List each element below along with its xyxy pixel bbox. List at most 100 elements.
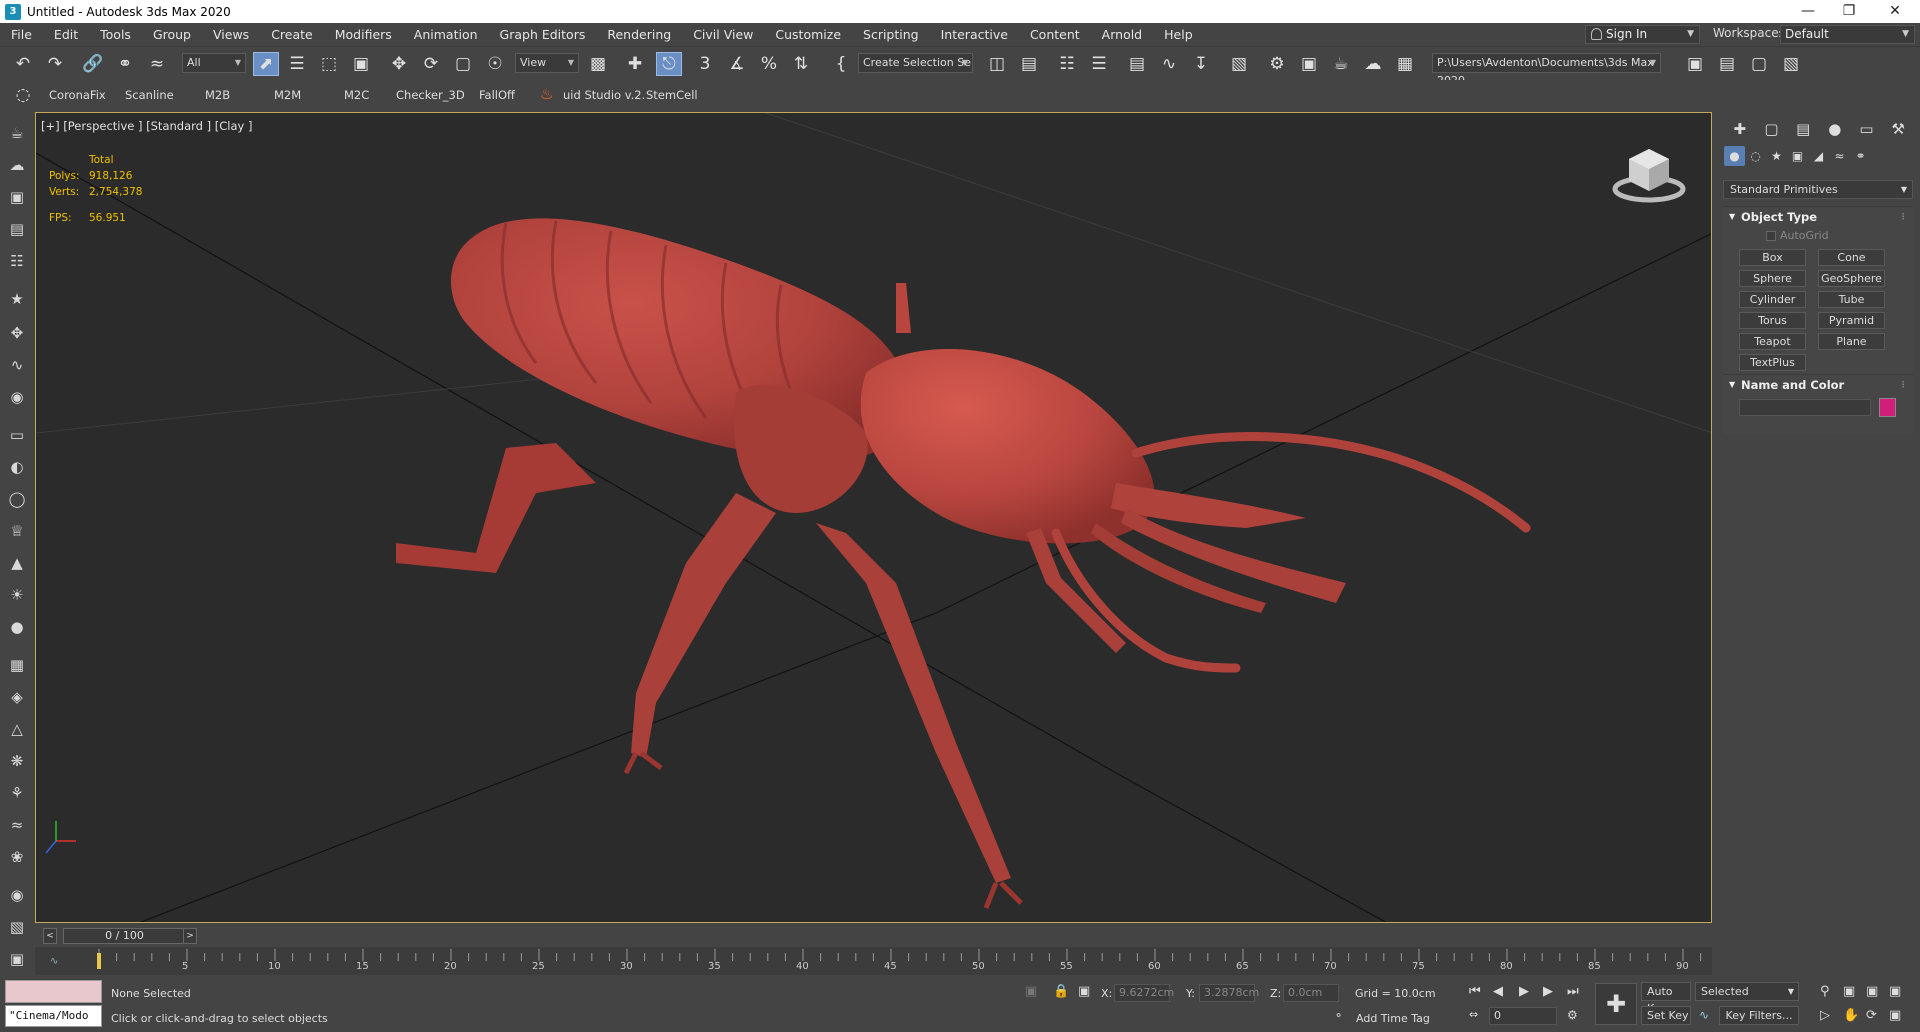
toolbar-scanline[interactable]: Scanline <box>125 88 174 102</box>
menu-rendering[interactable]: Rendering <box>596 23 682 46</box>
zoom-extents-icon[interactable]: ▣ <box>1866 984 1878 999</box>
workspace-select[interactable]: Default ▼ <box>1780 25 1915 44</box>
menu-content[interactable]: Content <box>1019 23 1091 46</box>
scale-icon[interactable]: ▢ <box>450 52 476 76</box>
toolbar-m2m[interactable]: M2M <box>274 88 301 102</box>
go-to-end-icon[interactable]: ⏭ <box>1567 984 1579 999</box>
menu-views[interactable]: Views <box>202 23 260 46</box>
zoom-icon[interactable]: ⚲ <box>1820 984 1830 999</box>
render-production-icon[interactable]: ☕ <box>1328 52 1354 76</box>
cloud-icon[interactable]: ☁ <box>5 154 29 176</box>
autogrid-checkbox[interactable]: AutoGrid <box>1723 227 1913 245</box>
arrows-icon[interactable]: ✥ <box>5 322 29 344</box>
maxscript-input[interactable]: "Cinema/Modo <box>5 1005 102 1027</box>
orbit-icon[interactable]: ⟳ <box>1866 1008 1877 1023</box>
teapot-icon[interactable]: ☕ <box>5 122 29 144</box>
utilities-tab-icon[interactable]: ⚒ <box>1882 117 1914 141</box>
menu-group[interactable]: Group <box>142 23 202 46</box>
maximize-viewport-icon[interactable]: ▣ <box>1889 1008 1901 1023</box>
space-warps-icon[interactable]: ≈ <box>1829 146 1850 166</box>
select-by-name-icon[interactable]: ☰ <box>284 52 310 76</box>
project-folder-dropdown[interactable]: P:\Users\Avdenton\Documents\3ds Max 2020… <box>1432 53 1661 87</box>
toolbar-m2b[interactable]: M2B <box>205 88 230 102</box>
pivot-center-icon[interactable]: ▩ <box>585 52 611 76</box>
object-name-field[interactable] <box>1739 399 1871 416</box>
set-key-button[interactable]: Set Key <box>1641 1006 1691 1025</box>
redo-icon[interactable]: ↷ <box>42 52 68 76</box>
maxscript-output[interactable] <box>5 980 102 1003</box>
spinner-snap-icon[interactable]: ⇅ <box>788 52 814 76</box>
menu-edit[interactable]: Edit <box>43 23 89 46</box>
viewcube-icon[interactable] <box>1611 143 1687 207</box>
reference-folder-icon[interactable]: ▢ <box>1746 52 1772 76</box>
shell-icon[interactable]: ❀ <box>5 846 29 868</box>
schematic-view-icon[interactable]: ↧ <box>1188 52 1214 76</box>
reference-coordinate-dropdown[interactable]: View ▼ <box>515 53 579 73</box>
set-keys-icon[interactable]: ✚ <box>1595 983 1637 1025</box>
perspective-viewport[interactable]: [+] [Perspective ] [Standard ] [Clay ] T… <box>35 112 1712 923</box>
create-tab-icon[interactable]: ✚ <box>1724 117 1756 141</box>
isolate-selection-icon[interactable]: ▣ <box>1025 984 1037 999</box>
hair-fur-icon[interactable]: ≈ <box>5 814 29 836</box>
project-settings-icon[interactable]: ▧ <box>1778 52 1804 76</box>
cameras-icon[interactable]: ▣ <box>1787 146 1808 166</box>
helpers-icon[interactable]: ◢ <box>1808 146 1829 166</box>
edit-named-selection-icon[interactable]: { <box>828 52 854 76</box>
select-manipulate-icon[interactable]: ✚ <box>622 52 648 76</box>
lights-icon[interactable]: ★ <box>1766 146 1787 166</box>
render-setup-icon[interactable]: ⚙ <box>1264 52 1290 76</box>
play-icon[interactable]: ▶ <box>1519 984 1529 999</box>
script-icon[interactable]: ▧ <box>5 916 29 938</box>
display-tab-icon[interactable]: ▭ <box>1851 117 1883 141</box>
object-color-swatch[interactable] <box>1879 398 1896 417</box>
sphere-primitive-icon[interactable]: ◯ <box>5 488 29 510</box>
torus-button[interactable]: Torus <box>1739 312 1806 329</box>
sphere-button[interactable]: Sphere <box>1739 270 1806 287</box>
field-of-view-icon[interactable]: ▷ <box>1820 1008 1830 1023</box>
box-button[interactable]: Box <box>1739 249 1806 266</box>
cylinder-button[interactable]: Cylinder <box>1739 291 1806 308</box>
select-object-icon[interactable]: ⬈ <box>253 52 279 76</box>
default-in-out-tangents-icon[interactable]: ∿ <box>1699 1008 1709 1022</box>
menu-file[interactable]: File <box>0 23 43 46</box>
sign-in-dropdown[interactable]: Sign In ▼ <box>1585 25 1700 44</box>
toolbar-falloff[interactable]: FallOff <box>479 88 515 102</box>
camera-icon[interactable]: ◉ <box>5 386 29 408</box>
snaps-toggle-icon[interactable]: 3 <box>692 52 718 76</box>
curve-editor-icon[interactable]: ∿ <box>1156 52 1182 76</box>
percent-snap-icon[interactable]: % <box>756 52 782 76</box>
time-slider-prev[interactable]: < <box>43 928 57 944</box>
sun-icon[interactable]: ☀ <box>5 584 29 606</box>
dome-icon[interactable]: ◐ <box>5 456 29 478</box>
primitive-category-dropdown[interactable]: Standard Primitives ▼ <box>1723 180 1913 199</box>
grid-icon[interactable]: ▦ <box>5 654 29 676</box>
toolbar-m2c[interactable]: M2C <box>344 88 369 102</box>
set-project-icon[interactable]: ▣ <box>1682 52 1708 76</box>
motion-tab-icon[interactable]: ● <box>1819 117 1851 141</box>
minimize-button[interactable]: — <box>1785 0 1831 23</box>
render-frame-icon[interactable]: ▣ <box>5 186 29 208</box>
menu-animation[interactable]: Animation <box>403 23 489 46</box>
place-icon[interactable]: ☉ <box>482 52 508 76</box>
material-editor-icon[interactable]: ▧ <box>1226 52 1252 76</box>
document-icon[interactable]: ▤ <box>5 218 29 240</box>
z-coordinate-field[interactable]: 0.0cm <box>1283 984 1339 1002</box>
key-selection-dropdown[interactable]: Selected ▼ <box>1695 982 1799 1001</box>
toolbar-coronafix[interactable]: CoronaFix <box>49 88 106 102</box>
undo-icon[interactable]: ↶ <box>10 52 36 76</box>
light-icon[interactable]: ★ <box>5 288 29 310</box>
cone-primitive-icon[interactable]: ▲ <box>5 552 29 574</box>
max-logo-icon[interactable]: ▣ <box>5 948 29 970</box>
teapot-button[interactable]: Teapot <box>1739 333 1806 350</box>
auto-key-button[interactable]: Auto Key <box>1641 982 1691 1015</box>
particles-icon[interactable]: ❋ <box>5 750 29 772</box>
link-icon[interactable]: 🔗 <box>80 52 106 76</box>
termite-model[interactable] <box>396 218 1531 909</box>
tube-button[interactable]: Tube <box>1818 291 1885 308</box>
align-icon[interactable]: ▤ <box>1016 52 1042 76</box>
menu-scripting[interactable]: Scripting <box>852 23 930 46</box>
molecule-icon[interactable]: ◈ <box>5 686 29 708</box>
layer-explorer-icon[interactable]: ☰ <box>1086 52 1112 76</box>
object-type-header[interactable]: ▼ Object Type ⋮ <box>1723 207 1913 227</box>
toggle-ribbon-icon[interactable]: ▤ <box>1124 52 1150 76</box>
